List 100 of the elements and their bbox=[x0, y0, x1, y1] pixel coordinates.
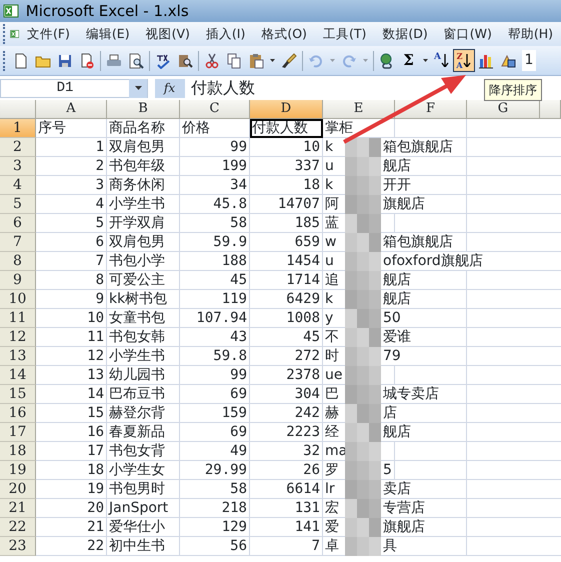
menu-item[interactable]: 插入(I) bbox=[198, 24, 254, 44]
table-cell: 45 bbox=[303, 329, 320, 345]
row-header[interactable]: 6 bbox=[0, 214, 36, 233]
menu-item[interactable]: 窗口(W) bbox=[436, 24, 500, 44]
table-cell: 阿 bbox=[325, 195, 339, 213]
row-header[interactable]: 13 bbox=[0, 347, 36, 366]
table-cell: 45.8 bbox=[213, 196, 247, 212]
table-cell: 99 bbox=[230, 139, 247, 155]
table-cell: 16 bbox=[87, 424, 104, 440]
row-header[interactable]: 11 bbox=[0, 309, 36, 328]
table-cell: 爱 bbox=[325, 518, 339, 536]
font-size-field[interactable]: 1 bbox=[522, 50, 536, 71]
printer-icon bbox=[106, 52, 122, 68]
clipboard-icon bbox=[248, 52, 264, 68]
table-cell: 书包男时 bbox=[109, 481, 165, 497]
table-cell: 56 bbox=[230, 538, 247, 554]
table-cell: w bbox=[325, 233, 336, 251]
table-cell: 304 bbox=[294, 386, 320, 402]
column-header[interactable]: E bbox=[323, 100, 395, 119]
column-header[interactable]: A bbox=[36, 100, 107, 119]
table-cell: 时 bbox=[325, 347, 339, 365]
row-header[interactable]: 14 bbox=[0, 366, 36, 385]
name-box-dropdown[interactable] bbox=[129, 78, 147, 98]
row-header[interactable]: 10 bbox=[0, 290, 36, 309]
row-header[interactable]: 12 bbox=[0, 328, 36, 347]
row-header[interactable]: 18 bbox=[0, 442, 36, 461]
row-header[interactable]: 16 bbox=[0, 404, 36, 423]
column-header[interactable]: C bbox=[180, 100, 250, 119]
row-header[interactable]: 20 bbox=[0, 480, 36, 499]
row-header[interactable]: 7 bbox=[0, 233, 36, 252]
table-cell: 书包女韩 bbox=[109, 329, 165, 345]
table-cell: 商务休闲 bbox=[109, 177, 165, 193]
menu-item[interactable]: 文件(F) bbox=[18, 24, 78, 44]
table-cell: 99 bbox=[230, 367, 247, 383]
row-header[interactable]: 15 bbox=[0, 385, 36, 404]
column-header[interactable]: F bbox=[395, 100, 467, 119]
row-header[interactable]: 3 bbox=[0, 157, 36, 176]
table-cell: 21 bbox=[87, 519, 104, 535]
caret-icon bbox=[134, 86, 142, 90]
print-preview-icon bbox=[128, 52, 144, 68]
row-header[interactable]: 9 bbox=[0, 271, 36, 290]
table-cell: 15 bbox=[87, 405, 104, 421]
bar-chart-icon bbox=[478, 52, 494, 68]
row-header[interactable]: 19 bbox=[0, 461, 36, 480]
row-header[interactable]: 21 bbox=[0, 499, 36, 518]
sort-ascending-button[interactable]: A bbox=[430, 49, 452, 72]
table-cell: 掌柜 bbox=[325, 119, 353, 137]
table-cell: kk树书包 bbox=[109, 291, 168, 307]
table-cell: 爱华仕小 bbox=[109, 519, 165, 535]
table-cell: 50 bbox=[383, 309, 401, 327]
row-header[interactable]: 4 bbox=[0, 176, 36, 195]
formula-field[interactable]: 付款人数 bbox=[191, 76, 255, 100]
row-header[interactable]: 2 bbox=[0, 138, 36, 157]
table-cell: 序号 bbox=[38, 120, 66, 136]
sort-descending-button[interactable]: ZA bbox=[452, 49, 474, 72]
window-title: Microsoft Excel - 1.xls bbox=[26, 0, 189, 22]
menu-item[interactable]: 帮助(H) bbox=[500, 24, 561, 44]
table-cell: 宏 bbox=[325, 499, 339, 517]
table-cell: 价格 bbox=[182, 120, 210, 136]
active-cell[interactable]: 付款人数 bbox=[250, 119, 323, 138]
new-document-icon bbox=[12, 52, 28, 68]
tooltip: 降序排序 bbox=[484, 79, 542, 101]
table-cell: 5 bbox=[96, 215, 104, 231]
column-header[interactable]: G bbox=[467, 100, 540, 119]
table-cell: 272 bbox=[294, 348, 320, 364]
table-cell: k bbox=[325, 138, 334, 156]
table-cell: 双肩包男 bbox=[109, 139, 165, 155]
table-cell: 159 bbox=[222, 405, 247, 421]
table-cell: k bbox=[325, 176, 334, 194]
table-cell: 具 bbox=[383, 537, 397, 555]
table-cell: 罗 bbox=[325, 461, 339, 479]
menu-item[interactable]: 视图(V) bbox=[138, 24, 198, 44]
autosum-button[interactable]: Σ bbox=[398, 49, 420, 72]
menu-item[interactable]: 格式(O) bbox=[253, 24, 315, 44]
table-cell: 小学生书 bbox=[109, 196, 165, 212]
row-header[interactable]: 23 bbox=[0, 537, 36, 556]
column-header[interactable]: B bbox=[107, 100, 180, 119]
column-header[interactable]: D bbox=[250, 100, 323, 119]
table-cell: 经 bbox=[325, 423, 339, 441]
paintbrush-icon bbox=[280, 52, 296, 68]
table-cell: 242 bbox=[294, 405, 320, 421]
shapes-icon bbox=[500, 52, 516, 68]
insert-function-button[interactable]: fx bbox=[154, 78, 184, 98]
row-header[interactable]: 17 bbox=[0, 423, 36, 442]
table-cell: 9 bbox=[96, 291, 104, 307]
menu-item[interactable]: 数据(D) bbox=[374, 24, 436, 44]
table-cell: 开学双肩 bbox=[109, 215, 165, 231]
row-header[interactable]: 8 bbox=[0, 252, 36, 271]
table-cell: 7 bbox=[312, 538, 320, 554]
table-cell: 舰店 bbox=[383, 157, 411, 175]
table-cell: 赫 bbox=[325, 404, 339, 422]
table-cell: 10 bbox=[303, 139, 320, 155]
row-header[interactable]: 5 bbox=[0, 195, 36, 214]
menu-item[interactable]: 工具(T) bbox=[314, 24, 374, 44]
table-cell: 1008 bbox=[286, 310, 320, 326]
row-header[interactable]: 22 bbox=[0, 518, 36, 537]
table-cell: 书包年级 bbox=[109, 158, 165, 174]
table-cell: 659 bbox=[294, 234, 320, 250]
menu-item[interactable]: 编辑(E) bbox=[78, 24, 138, 44]
row-header[interactable]: 1 bbox=[0, 119, 36, 138]
